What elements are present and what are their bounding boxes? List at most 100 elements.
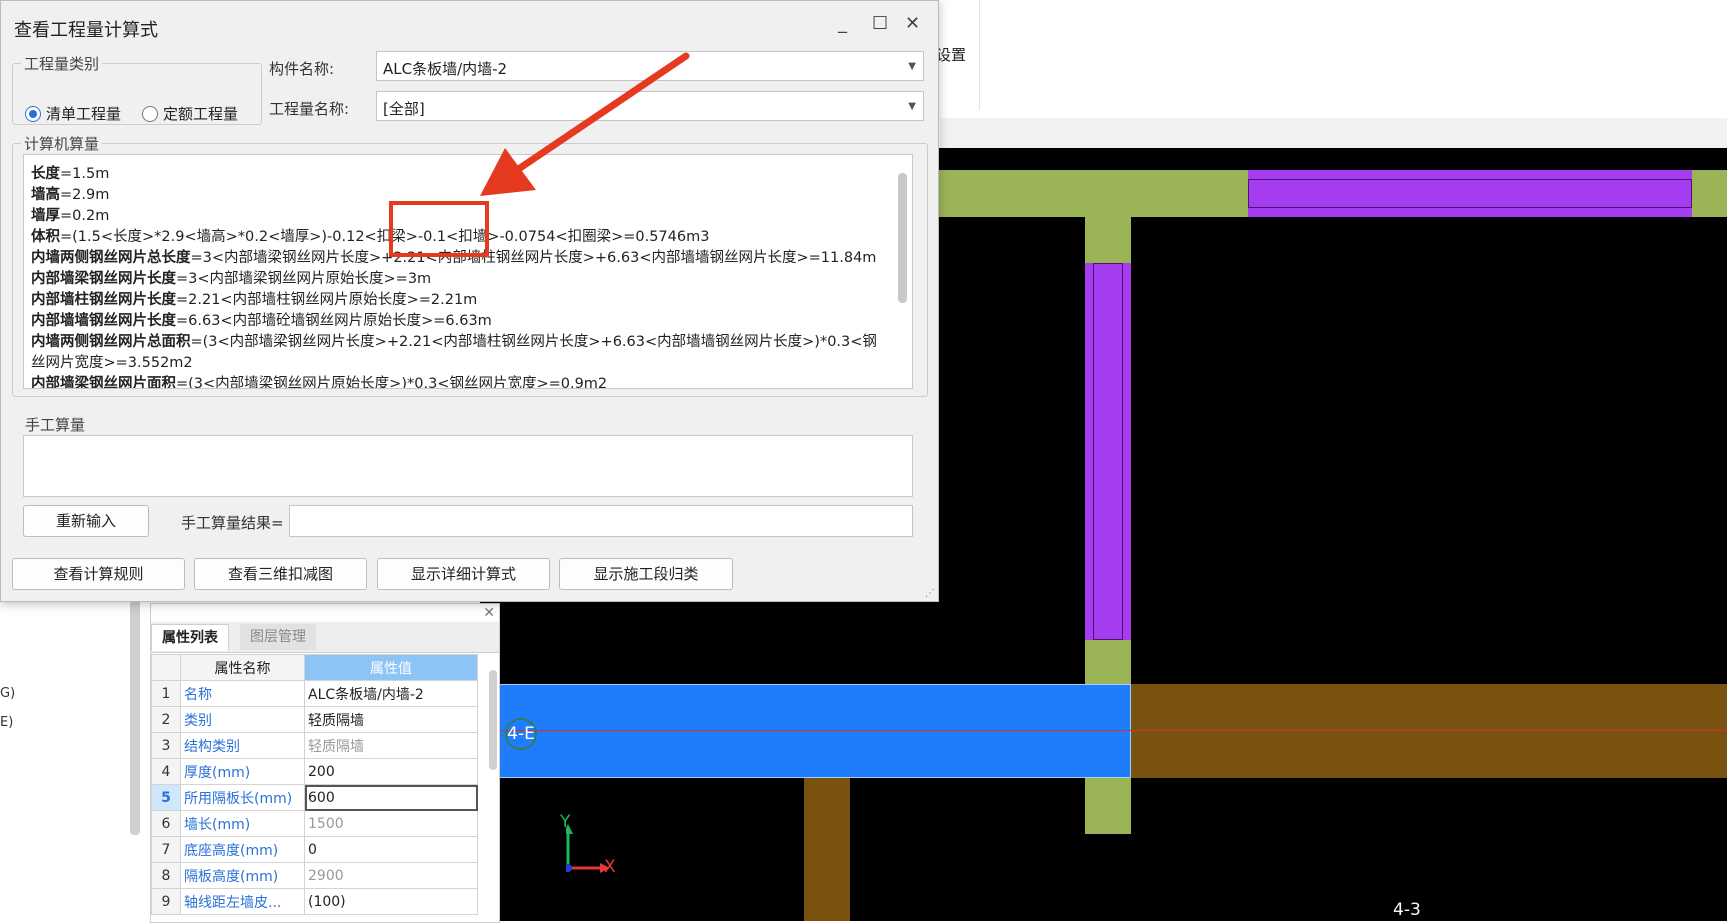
- manual-result-field[interactable]: [289, 505, 913, 537]
- row-number: 8: [151, 862, 181, 889]
- calc-line-volume: 体积=(1.5<长度>*2.9<墙高>*0.2<墙厚>)-0.12<扣梁>-0.…: [31, 229, 710, 245]
- property-name[interactable]: 所用隔板长(mm): [180, 784, 305, 811]
- calc-line: 长度=1.5m: [31, 166, 110, 182]
- close-icon[interactable]: ✕: [483, 605, 495, 621]
- property-table-header: 属性名称 属性值: [151, 654, 478, 681]
- calc-line: 内部墙柱钢丝网片长度=2.21<内部墙柱钢丝网片原始长度>=2.21m: [31, 292, 478, 308]
- selected-beam-blue[interactable]: [480, 684, 1131, 778]
- view-rules-button[interactable]: 查看计算规则: [12, 558, 185, 590]
- radio-bill-quantity[interactable]: 清单工程量: [25, 103, 121, 124]
- radio-unchecked-icon[interactable]: [142, 105, 158, 122]
- toolbar-separator: [979, 0, 980, 110]
- table-row[interactable]: 2 类别 轻质隔墙: [151, 706, 478, 733]
- property-name[interactable]: 类别: [180, 706, 305, 733]
- show-detail-formula-button[interactable]: 显示详细计算式: [377, 558, 550, 590]
- calc-line: 墙高=2.9m: [31, 187, 110, 203]
- left-nav-panel: G) E): [0, 600, 150, 921]
- quantity-name-select[interactable]: [全部] ▼: [376, 91, 924, 121]
- axis-label-4-3: 4-3: [1393, 900, 1421, 920]
- chevron-down-icon[interactable]: ▼: [908, 61, 916, 72]
- radio-label[interactable]: 定额工程量: [163, 103, 238, 124]
- axis-line-red: [480, 730, 1727, 731]
- close-icon[interactable]: ✕: [905, 13, 920, 34]
- resize-grip-icon[interactable]: ⋰: [925, 588, 935, 599]
- calc-line: 内部墙梁钢丝网片面积=(3<内部墙梁钢丝网片原始长度>)*0.3<钢丝网片宽度>…: [31, 376, 608, 389]
- calc-line: 内部墙墙钢丝网片长度=6.63<内部墙砼墙钢丝网片原始长度>=6.63m: [31, 313, 492, 329]
- radio-checked-icon[interactable]: [25, 105, 41, 122]
- property-panel: ✕ 属性列表 图层管理 属性名称 属性值 1 名称 ALC条板墙/内墙-2 2 类别轻…: [150, 603, 500, 923]
- manual-calc-input[interactable]: [23, 435, 913, 497]
- row-number: 7: [151, 836, 181, 863]
- table-row[interactable]: 9 轴线距左墙皮... (100): [151, 888, 478, 915]
- property-name[interactable]: 底座高度(mm): [180, 836, 305, 863]
- tab-layer-management[interactable]: 图层管理: [240, 624, 316, 650]
- property-value: 2900: [304, 862, 478, 889]
- computer-calc-legend: 计算机算量: [24, 135, 100, 153]
- dialog-title: 查看工程量计算式: [14, 20, 158, 41]
- component-name-value: ALC条板墙/内墙-2: [383, 60, 508, 78]
- component-name-select[interactable]: ALC条板墙/内墙-2 ▼: [376, 51, 924, 81]
- header-property-name[interactable]: 属性名称: [180, 654, 305, 681]
- table-row[interactable]: 7 底座高度(mm) 0: [151, 836, 478, 863]
- property-name[interactable]: 结构类别: [180, 732, 305, 759]
- property-value[interactable]: 200: [304, 758, 478, 785]
- property-value-editing[interactable]: 600: [304, 784, 478, 811]
- axis-label-4-e: 4-E: [505, 718, 537, 750]
- manual-calc-legend: 手工算量: [25, 416, 86, 434]
- property-name[interactable]: 墙长(mm): [180, 810, 305, 837]
- table-row[interactable]: 5 所用隔板长(mm) 600: [151, 784, 478, 811]
- radio-quota-quantity[interactable]: 定额工程量: [142, 103, 238, 124]
- property-name[interactable]: 轴线距左墙皮...: [180, 888, 305, 915]
- property-name[interactable]: 隔板高度(mm): [180, 862, 305, 889]
- show-stage-classification-button[interactable]: 显示施工段归类: [559, 558, 733, 590]
- coordinate-axis-icon: [566, 824, 610, 873]
- table-row[interactable]: 6 墙长(mm) 1500: [151, 810, 478, 837]
- brown-column-vertical[interactable]: [804, 778, 850, 921]
- property-name[interactable]: 名称: [180, 680, 305, 707]
- reenter-button[interactable]: 重新输入: [23, 505, 149, 537]
- calc-line: 墙厚=0.2m: [31, 208, 110, 224]
- purple-wall-vertical-inner: [1093, 263, 1123, 640]
- left-nav-label-g[interactable]: G): [0, 686, 15, 701]
- calc-line: 内墙两侧钢丝网片总面积=(3<内部墙梁钢丝网片长度>+2.21<内部墙柱钢丝网片…: [31, 334, 877, 350]
- row-number: 1: [151, 680, 181, 707]
- property-value[interactable]: (100): [304, 888, 478, 915]
- calc-line: 丝网片宽度>=3.552m2: [31, 355, 193, 371]
- component-name-label: 构件名称:: [269, 60, 335, 78]
- row-number: 5: [151, 784, 181, 811]
- calc-scrollbar[interactable]: [898, 173, 907, 303]
- row-number: 6: [151, 810, 181, 837]
- property-tabs: 属性列表 图层管理: [151, 622, 499, 653]
- table-row[interactable]: 4 厚度(mm) 200: [151, 758, 478, 785]
- row-number: 2: [151, 706, 181, 733]
- property-value: 轻质隔墙: [304, 732, 478, 759]
- computer-calc-text[interactable]: 长度=1.5m 墙高=2.9m 墙厚=0.2m 体积=(1.5<长度>*2.9<…: [23, 154, 913, 389]
- view-3d-deduction-button[interactable]: 查看三维扣减图: [194, 558, 367, 590]
- table-row[interactable]: 3 结构类别 轻质隔墙: [151, 732, 478, 759]
- canvas-header-strip: [940, 118, 1727, 148]
- property-value[interactable]: ALC条板墙/内墙-2: [304, 680, 478, 707]
- property-value[interactable]: 轻质隔墙: [304, 706, 478, 733]
- property-panel-scrollbar[interactable]: [489, 670, 497, 770]
- row-number: 9: [151, 888, 181, 915]
- chevron-down-icon[interactable]: ▼: [908, 101, 916, 112]
- property-value[interactable]: 0: [304, 836, 478, 863]
- minimize-icon[interactable]: _: [838, 13, 847, 34]
- manual-result-label: 手工算量结果=: [181, 514, 284, 532]
- table-row[interactable]: 1 名称 ALC条板墙/内墙-2: [151, 680, 478, 707]
- header-property-value[interactable]: 属性值: [304, 654, 478, 681]
- property-name[interactable]: 厚度(mm): [180, 758, 305, 785]
- quantity-name-value: [全部]: [383, 100, 425, 118]
- tab-property-list[interactable]: 属性列表: [151, 624, 229, 651]
- brown-beam-horizontal[interactable]: [1131, 684, 1727, 778]
- quantity-type-legend: 工程量类别: [24, 55, 100, 73]
- row-number: 4: [151, 758, 181, 785]
- settings-label[interactable]: 设置: [936, 44, 966, 65]
- left-panel-scrollbar[interactable]: [130, 600, 140, 835]
- left-nav-label-e[interactable]: E): [0, 715, 13, 730]
- axis-x-label: X: [604, 857, 616, 877]
- table-row[interactable]: 8 隔板高度(mm) 2900: [151, 862, 478, 889]
- maximize-icon[interactable]: ☐: [872, 13, 888, 34]
- highlight-box: [389, 201, 489, 257]
- radio-label[interactable]: 清单工程量: [46, 103, 121, 124]
